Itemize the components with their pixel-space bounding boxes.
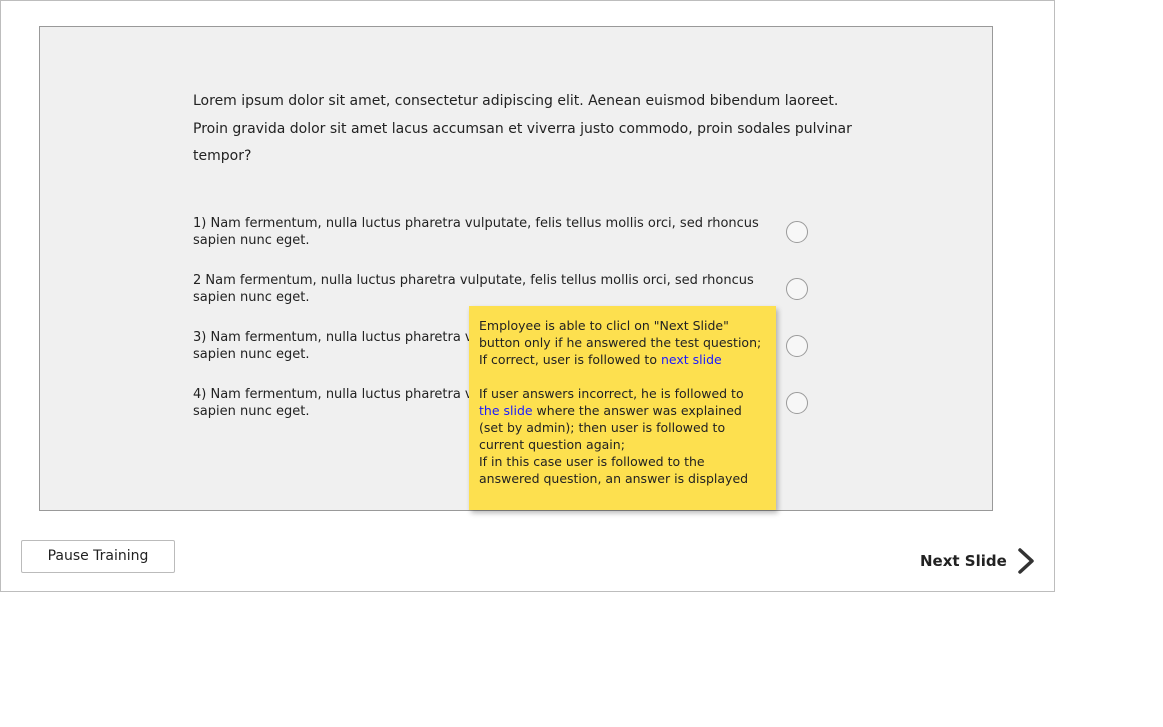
answer-option-2: 2 Nam fermentum, nulla luctus pharetra v… <box>193 272 754 306</box>
answer-text: sapien nunc eget. <box>193 290 310 305</box>
the-slide-link[interactable]: the slide <box>479 403 533 418</box>
answer-text: sapien nunc eget. <box>193 233 310 248</box>
question-line: Proin gravida dolor sit amet lacus accum… <box>193 120 852 137</box>
note-text: button only if he answered the test ques… <box>479 335 762 350</box>
note-text: where the answer was explained <box>532 403 742 418</box>
note-text: If user answers incorrect, he is followe… <box>479 386 744 401</box>
note-text-line: the slide where the answer was explained <box>479 402 766 419</box>
answer-radio-3[interactable] <box>786 335 808 357</box>
answer-radio-2[interactable] <box>786 278 808 300</box>
answer-radio-1[interactable] <box>786 221 808 243</box>
note-paragraph-gap <box>479 368 766 385</box>
next-slide-label: Next Slide <box>920 552 1007 570</box>
note-text-line: If correct, user is followed to next sli… <box>479 351 766 368</box>
next-slide-link[interactable]: next slide <box>661 352 722 367</box>
chevron-right-icon <box>1018 548 1034 574</box>
note-text: answered question, an answer is displaye… <box>479 471 749 486</box>
pause-training-button[interactable]: Pause Training <box>21 540 175 573</box>
question-text: Lorem ipsum dolor sit amet, consectetur … <box>193 88 852 171</box>
note-text: current question again; <box>479 437 625 452</box>
note-text: (set by admin); then user is followed to <box>479 420 726 435</box>
note-text: If correct, user is followed to <box>479 352 661 367</box>
answer-radio-4[interactable] <box>786 392 808 414</box>
question-line: Lorem ipsum dolor sit amet, consectetur … <box>193 93 839 109</box>
answer-text: 2 Nam fermentum, nulla luctus pharetra v… <box>193 273 754 288</box>
note-text: Employee is able to clicl on "Next Slide… <box>479 318 729 333</box>
sticky-note: Employee is able to clicl on "Next Slide… <box>469 306 776 510</box>
answer-text: 1) Nam fermentum, nulla luctus pharetra … <box>193 216 759 231</box>
question-line: tempor? <box>193 148 252 164</box>
next-slide-button[interactable]: Next Slide <box>920 545 1037 577</box>
note-text: If in this case user is followed to the <box>479 454 705 469</box>
answer-option-1: 1) Nam fermentum, nulla luctus pharetra … <box>193 215 759 249</box>
